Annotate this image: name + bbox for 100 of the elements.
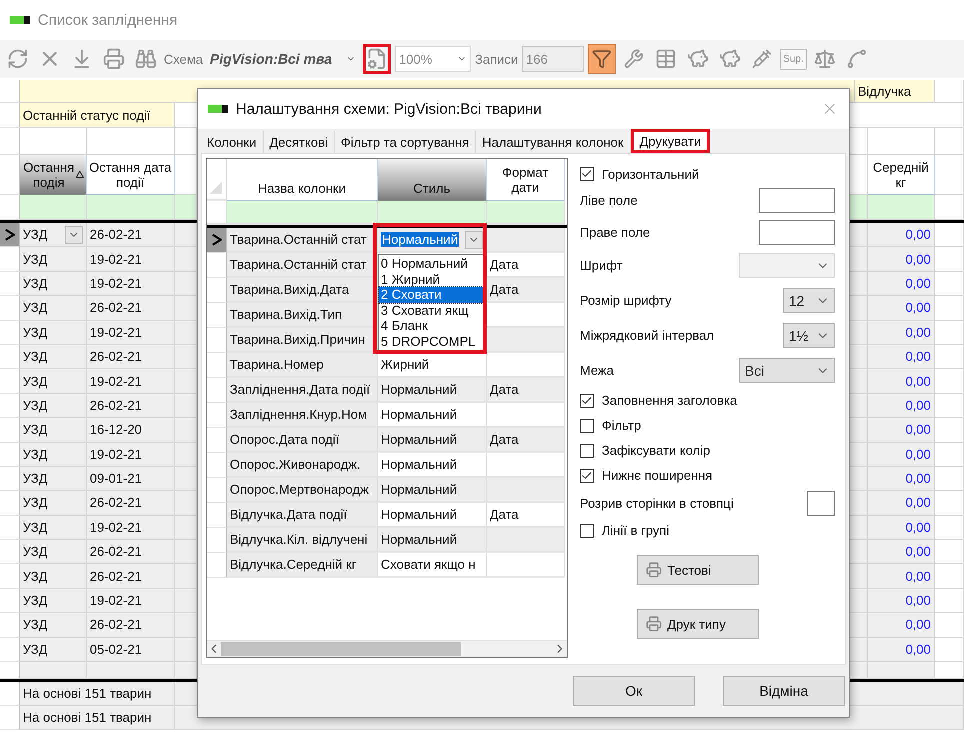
check-icon [581, 168, 593, 180]
table-cell: Жирний [378, 353, 487, 378]
table-cell: Сховати якщо н [378, 553, 487, 578]
table-cell: 09-01-21 [87, 466, 175, 492]
checkbox-label: Лінії в групі [602, 523, 670, 538]
input-field[interactable] [807, 490, 835, 516]
table-cell: Тварина.Вихід.Причин [227, 328, 378, 353]
table-cell: 0,00 [868, 320, 935, 345]
field-label: Праве поле [580, 224, 650, 240]
table-cell [935, 344, 964, 370]
column-header[interactable]: Стиль [378, 159, 487, 201]
table-cell: УЗД [20, 394, 87, 418]
table-cell [935, 128, 964, 155]
table-cell: 19-02-21 [87, 247, 175, 272]
checkbox[interactable] [580, 167, 594, 181]
table-cell: 0,00 [868, 296, 935, 321]
table-cell: 0,00 [868, 588, 935, 614]
table-cell: УЗД [20, 491, 87, 516]
dropdown-option[interactable]: 0 Нормальний [379, 256, 483, 272]
table-cell: 26-02-21 [87, 540, 175, 564]
dialog-button[interactable]: Відміна [723, 676, 845, 706]
zoom-dropdown[interactable]: 100% [395, 46, 472, 72]
table-cell [935, 394, 964, 418]
dropdown[interactable]: Всі [739, 358, 835, 383]
file-gear-icon[interactable] [363, 44, 392, 74]
column-header[interactable]: Остання подія [20, 155, 87, 195]
checkbox-label: Зафіксувати колір [602, 443, 711, 458]
table-cell: УЗД [20, 272, 87, 296]
table-cell: Тварина.Останній стат [227, 228, 378, 253]
checkbox-label: Горизонтальний [602, 166, 700, 182]
table-cell: УЗД [20, 564, 87, 589]
table-cell [935, 223, 964, 248]
table-cell: Нормальний [378, 503, 487, 528]
table-cell: Дата [487, 378, 565, 403]
dropdown-option[interactable]: 2 Сховати [379, 287, 483, 302]
checkbox[interactable] [580, 394, 594, 408]
tab[interactable]: Десяткові [264, 131, 335, 153]
dropdown-value: Всі [745, 362, 764, 378]
dropdown[interactable]: 1½ [783, 323, 835, 348]
row-pointer-icon [212, 234, 222, 246]
table-cell: 0,00 [868, 369, 935, 394]
table-cell: Тварина.Вихід.Дата [227, 278, 378, 303]
checkbox-label: Нижнє поширення [602, 468, 713, 483]
table-cell: УЗД [20, 344, 87, 370]
dropdown-button[interactable] [65, 226, 83, 244]
field-label: Межа [580, 363, 614, 378]
column-header[interactable]: Формат дати [487, 159, 565, 201]
check-icon [581, 470, 593, 482]
input-field[interactable] [759, 188, 835, 212]
print-button[interactable]: Тестові [636, 555, 758, 585]
tab[interactable]: Друкувати [630, 129, 710, 153]
table-cell [935, 418, 964, 443]
table-cell: Тварина.Останній стат [227, 253, 378, 278]
table-cell: 0,00 [868, 247, 935, 272]
table-cell: Відлучка.Дата події [227, 503, 378, 528]
table-cell: УЗД [20, 296, 87, 321]
dropdown-option[interactable]: 4 Бланк [379, 318, 483, 334]
table-cell [868, 195, 935, 220]
table-cell [175, 195, 197, 220]
table-cell [850, 155, 868, 195]
table-cell: Відлучка [855, 80, 935, 103]
checkbox-label: Заповнення заголовка [602, 393, 738, 408]
table-cell-text: УЗД [23, 227, 48, 242]
table-cell: УЗД [20, 638, 87, 662]
dropdown[interactable]: 12 [783, 288, 835, 313]
table-cell: Опорос.Живонародж. [227, 453, 378, 478]
print-button[interactable]: Друк типу [636, 609, 758, 639]
table-cell [935, 247, 964, 272]
table-cell: На основі 151 тварин [20, 682, 175, 706]
row-pointer-icon [4, 228, 14, 241]
dropdown-option[interactable]: 3 Сховати якщ [379, 302, 483, 318]
column-header[interactable]: Назва колонки [227, 159, 378, 201]
table-cell: Нормальний [378, 528, 487, 553]
table-cell: 0,00 [868, 516, 935, 540]
row-header [0, 662, 20, 680]
table-cell [935, 540, 964, 564]
column-header[interactable]: Середній кг [868, 155, 935, 195]
table-cell: УЗД [20, 320, 87, 345]
table-cell: УЗД [20, 466, 87, 492]
app-logo-icon [10, 16, 30, 24]
column-header[interactable]: Остання дата події [87, 155, 175, 195]
table-cell: Дата [487, 253, 565, 278]
table-cell [935, 466, 964, 492]
table-cell [935, 272, 964, 296]
checkbox[interactable] [580, 524, 594, 538]
table-cell: Відлучка.Кіл. відлучені [227, 528, 378, 553]
checkbox[interactable] [580, 418, 594, 432]
table-cell: Нормальний [378, 478, 487, 503]
checkbox[interactable] [580, 468, 594, 482]
table-cell: УЗД [20, 418, 87, 443]
filter-icon[interactable] [588, 44, 616, 74]
dialog-button[interactable]: Ок [573, 676, 695, 706]
checkbox[interactable] [580, 444, 594, 458]
sort-icon [76, 171, 84, 178]
table-cell: Відлучка.Середній кг [227, 553, 378, 578]
input-field[interactable] [759, 220, 835, 244]
dropdown-option[interactable]: 1 Жирний [379, 272, 483, 287]
table-cell [868, 128, 935, 155]
horizontal-scrollbar[interactable] [207, 640, 567, 657]
dropdown-option[interactable]: 5 DROPCOMPL [379, 334, 483, 349]
